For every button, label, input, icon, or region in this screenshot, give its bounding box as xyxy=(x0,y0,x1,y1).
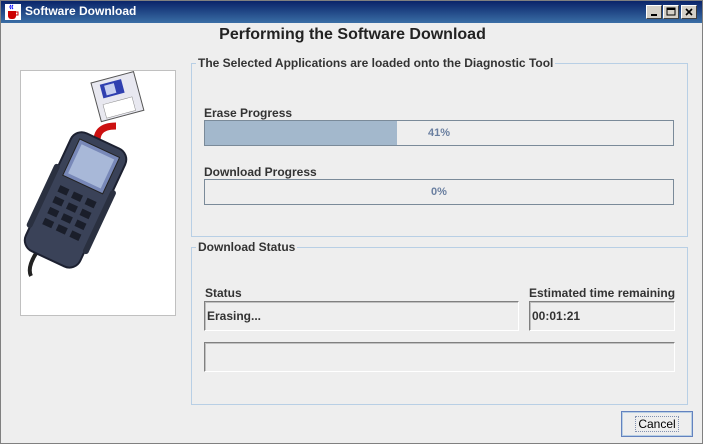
status-label: Status xyxy=(205,286,242,300)
applications-group: The Selected Applications are loaded ont… xyxy=(191,56,688,237)
maximize-icon xyxy=(666,7,676,16)
page-heading: Performing the Software Download xyxy=(219,26,486,43)
download-progress-label: Download Progress xyxy=(204,165,317,179)
diagnostic-tool-floppy-illustration xyxy=(23,70,145,277)
minimize-icon xyxy=(651,14,657,16)
erase-progress-bar: 41% xyxy=(204,120,674,146)
status-field: Erasing... xyxy=(204,301,519,331)
download-progress-bar: 0% xyxy=(204,179,674,205)
cancel-button[interactable]: Cancel xyxy=(621,411,693,437)
estimated-time-value: 00:01:21 xyxy=(532,309,581,323)
software-download-window: Software Download Performing the Softwar… xyxy=(0,0,703,444)
download-progress-percent: 0% xyxy=(431,186,447,198)
maximize-button[interactable] xyxy=(663,5,679,19)
download-status-group-title: Download Status xyxy=(196,240,298,254)
close-button[interactable] xyxy=(681,5,697,19)
estimated-time-field: 00:01:21 xyxy=(529,301,675,331)
cancel-button-label: Cancel xyxy=(635,416,679,432)
title-bar[interactable]: Software Download xyxy=(1,1,702,23)
erase-progress-percent: 41% xyxy=(427,127,451,139)
status-value: Erasing... xyxy=(207,309,262,323)
window-title: Software Download xyxy=(25,4,137,18)
estimated-time-label: Estimated time remaining xyxy=(529,286,676,300)
applications-group-title: The Selected Applications are loaded ont… xyxy=(196,56,556,70)
illustration-panel xyxy=(20,70,176,316)
close-icon xyxy=(685,8,693,16)
status-message-field xyxy=(204,342,675,372)
erase-progress-label: Erase Progress xyxy=(204,106,293,120)
download-status-group: Download Status Status Estimated time re… xyxy=(191,240,688,405)
java-cup-icon xyxy=(5,4,21,20)
minimize-button[interactable] xyxy=(646,5,662,19)
